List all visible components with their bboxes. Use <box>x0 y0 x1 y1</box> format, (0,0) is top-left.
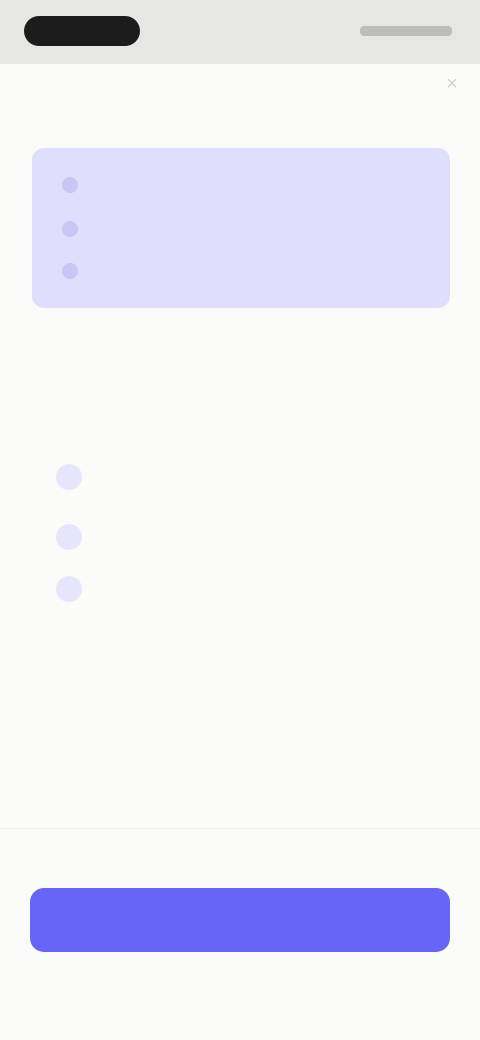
feature-icon <box>56 524 82 550</box>
checklist-item <box>62 174 96 196</box>
close-icon[interactable]: × <box>442 74 462 94</box>
footer-divider <box>0 828 480 829</box>
checklist-item <box>62 260 96 282</box>
feature-item <box>56 462 436 490</box>
checklist-card <box>32 148 450 308</box>
primary-action-button[interactable] <box>30 888 450 952</box>
checklist-item <box>62 218 96 240</box>
check-icon <box>62 177 78 193</box>
status-bar <box>0 0 480 64</box>
status-icons <box>360 26 452 36</box>
feature-icon <box>56 576 82 602</box>
check-icon <box>62 263 78 279</box>
feature-item <box>56 574 436 602</box>
feature-item <box>56 522 436 550</box>
feature-icon <box>56 464 82 490</box>
check-icon <box>62 221 78 237</box>
dynamic-island <box>24 16 140 46</box>
